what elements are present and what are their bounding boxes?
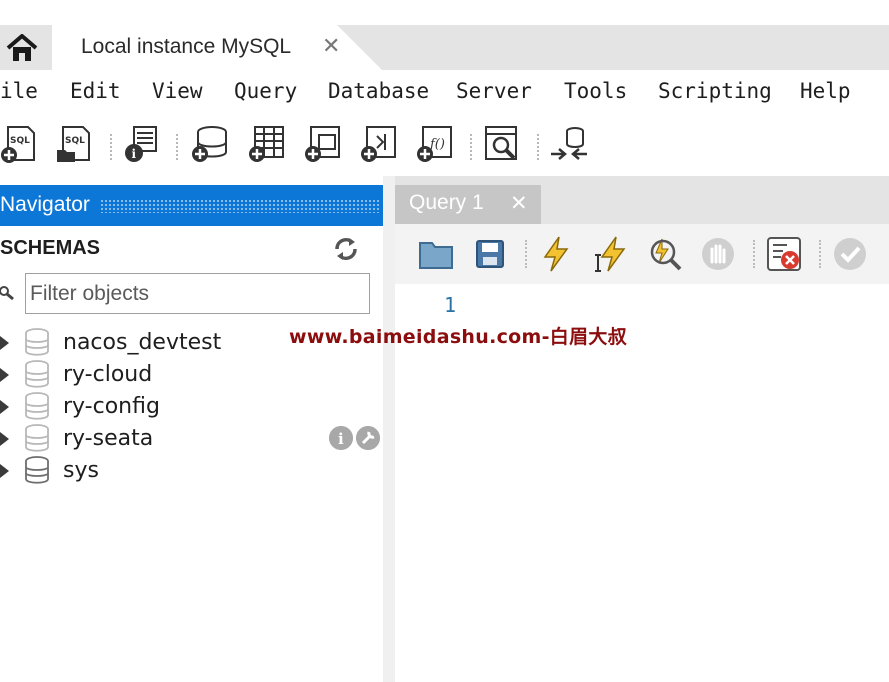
schemas-label: SCHEMAS (0, 237, 101, 259)
search-icon (0, 286, 14, 300)
database-icon (25, 392, 49, 420)
expand-arrow-icon[interactable] (0, 336, 9, 350)
database-icon (25, 424, 49, 452)
schema-inspector-icon[interactable]: i (122, 124, 162, 164)
menu-view[interactable]: View (152, 79, 203, 103)
create-table-icon[interactable] (247, 124, 287, 164)
menu-tools[interactable]: Tools (564, 79, 627, 103)
menu-query[interactable]: Query (234, 79, 297, 103)
schema-item[interactable]: ry-cloud (0, 358, 383, 390)
expand-arrow-icon[interactable] (0, 432, 9, 446)
menu-help[interactable]: Help (800, 79, 851, 103)
navigator-header: Navigator (0, 185, 383, 226)
create-procedure-icon[interactable] (359, 124, 399, 164)
menu-database[interactable]: Database (328, 79, 429, 103)
schema-name: ry-cloud (63, 362, 153, 387)
info-icon[interactable]: i (329, 426, 353, 450)
expand-arrow-icon[interactable] (0, 368, 9, 382)
close-icon[interactable]: ✕ (322, 34, 340, 59)
filter-objects-input[interactable] (25, 273, 370, 314)
schema-name: ry-seata (63, 426, 154, 451)
expand-arrow-icon[interactable] (0, 464, 9, 478)
tab-query-1[interactable]: Query 1 ✕ (395, 185, 541, 224)
editor-tab-bar: Query 1 ✕ (395, 176, 889, 224)
menu-edit[interactable]: Edit (70, 79, 121, 103)
stop-icon[interactable] (699, 235, 737, 273)
menubar: ile Edit View Query Database Server Tool… (0, 70, 889, 112)
database-icon (25, 360, 49, 388)
schema-name: sys (63, 458, 99, 483)
home-tab[interactable] (0, 25, 44, 70)
schema-name: ry-config (63, 394, 160, 419)
schema-item[interactable]: ry-config (0, 390, 383, 422)
menu-server[interactable]: Server (456, 79, 532, 103)
toolbar-separator (753, 240, 755, 268)
schema-item[interactable]: ry-seata i (0, 422, 383, 454)
execute-current-icon[interactable] (592, 235, 630, 273)
execute-icon[interactable] (537, 235, 575, 273)
refresh-icon[interactable] (333, 236, 359, 262)
commit-icon[interactable] (831, 235, 869, 273)
window-title-strip (0, 0, 889, 25)
open-file-icon[interactable] (417, 235, 455, 273)
toolbar-separator (110, 134, 112, 160)
tab-label: Query 1 (409, 191, 484, 214)
navigator-header-grip (100, 199, 379, 213)
main-toolbar: SQL SQL i f() (0, 112, 889, 176)
schema-item[interactable]: sys (0, 454, 383, 486)
menu-scripting[interactable]: Scripting (658, 79, 772, 103)
watermark-text: www.baimeidashu.com-白眉大叔 (289, 326, 627, 348)
panel-splitter[interactable] (383, 176, 395, 682)
toolbar-separator (819, 240, 821, 268)
connection-tab[interactable]: Local instance MySQL ✕ (52, 25, 382, 70)
create-view-icon[interactable] (303, 124, 343, 164)
toolbar-separator (176, 134, 178, 160)
new-sql-tab-icon[interactable]: SQL (0, 124, 40, 164)
open-sql-script-icon[interactable]: SQL (55, 124, 95, 164)
toolbar-separator (537, 134, 539, 160)
database-icon (25, 456, 49, 484)
create-function-icon[interactable]: f() (415, 124, 455, 164)
toolbar-separator (470, 134, 472, 160)
svg-text:SQL: SQL (65, 136, 85, 146)
toolbar-separator (525, 240, 527, 268)
save-icon[interactable] (471, 235, 509, 273)
wrench-icon[interactable] (356, 426, 380, 450)
explain-icon[interactable] (646, 235, 684, 273)
expand-arrow-icon[interactable] (0, 400, 9, 414)
reconnect-icon[interactable] (549, 124, 589, 164)
toggle-error-icon[interactable] (765, 235, 803, 273)
search-table-data-icon[interactable] (483, 124, 523, 164)
navigator-panel: Navigator SCHEMAS nacos_devtest ry-cloud (0, 176, 383, 682)
svg-text:i: i (338, 430, 344, 448)
connection-tab-label: Local instance MySQL (81, 35, 292, 58)
editor-toolbar (395, 224, 889, 284)
schema-name: nacos_devtest (63, 330, 222, 355)
menu-file[interactable]: ile (0, 79, 38, 103)
create-schema-icon[interactable] (190, 124, 230, 164)
home-icon (6, 33, 38, 61)
close-icon[interactable]: ✕ (510, 191, 528, 215)
navigator-title: Navigator (0, 193, 92, 217)
app-tab-bar: Local instance MySQL ✕ (0, 25, 889, 70)
database-icon (25, 328, 49, 356)
svg-text:SQL: SQL (10, 136, 30, 146)
svg-text:i: i (132, 147, 137, 161)
line-number: 1 (444, 293, 457, 317)
